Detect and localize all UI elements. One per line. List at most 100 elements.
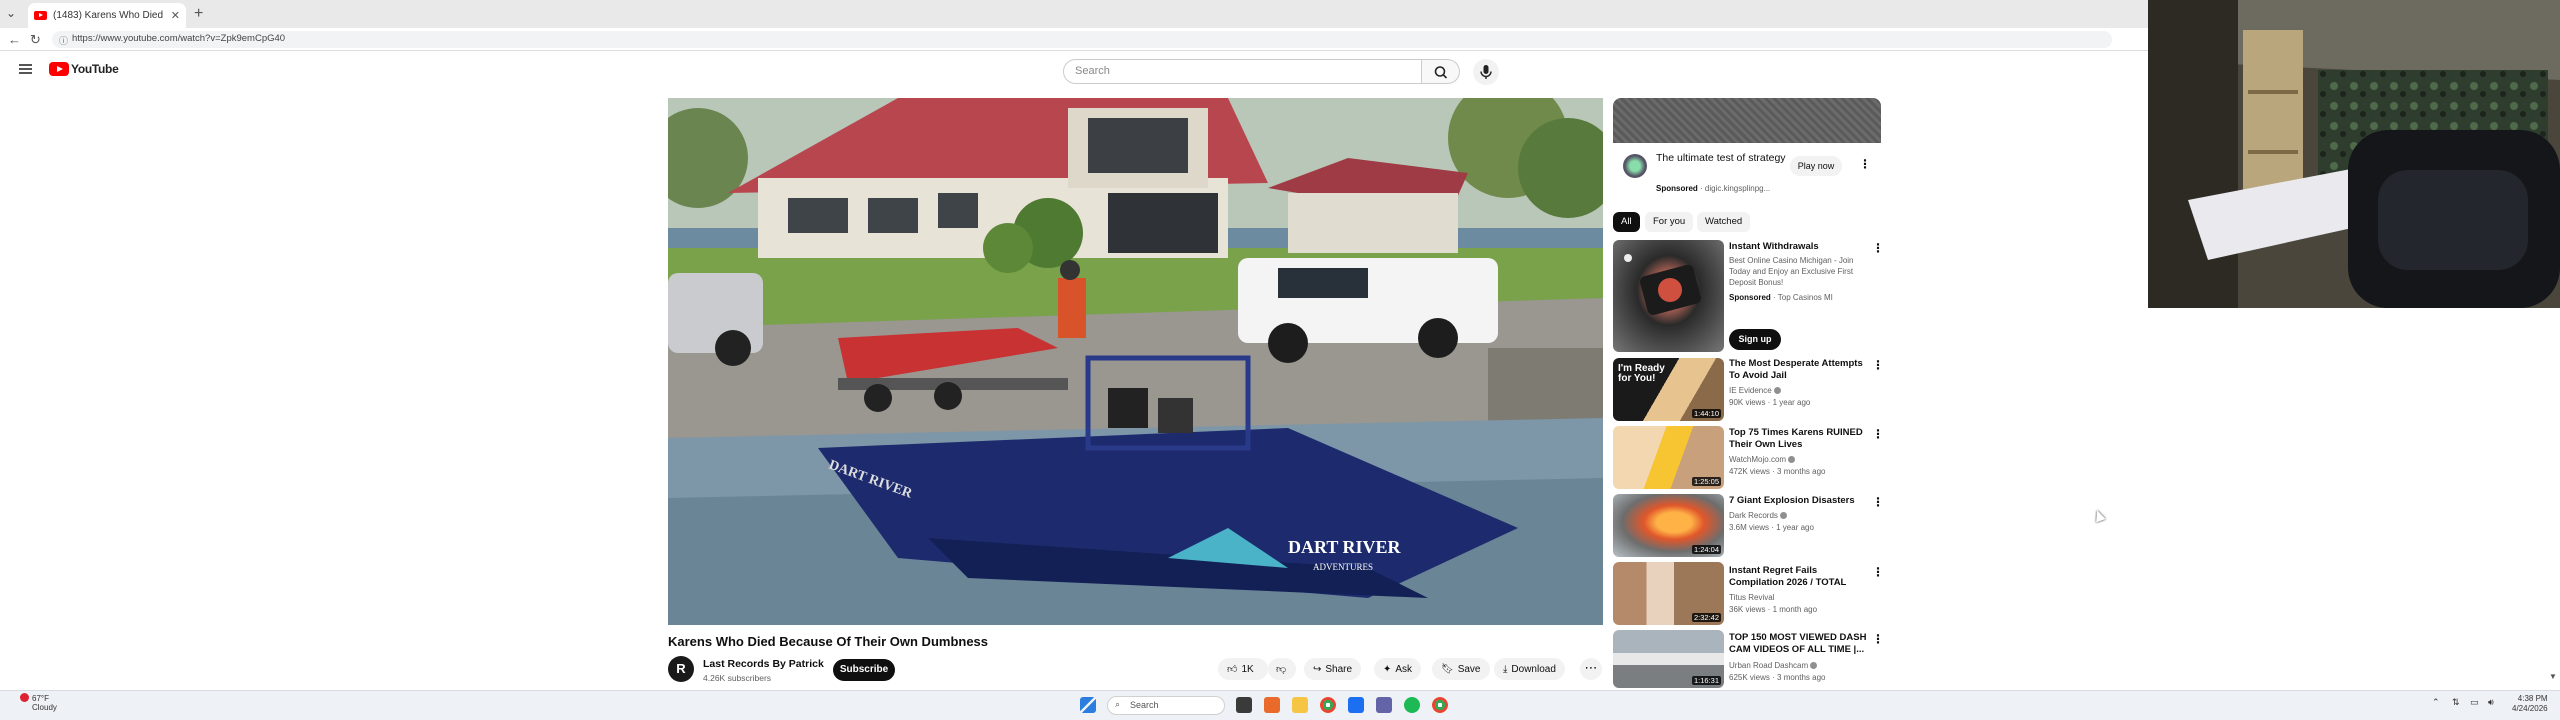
weather-temp: 67°F — [32, 694, 49, 703]
webcam-overlay — [2148, 0, 2560, 308]
video-menu-icon[interactable]: ⋮ — [1872, 495, 1884, 509]
browser-tab-active[interactable]: (1483) Karens Who Died Beca ✕ — [28, 3, 186, 28]
verified-icon — [1810, 662, 1818, 670]
tab-list-chevron-icon[interactable]: ⌄ — [6, 6, 16, 20]
duration-badge: 1:24:04 — [1691, 545, 1721, 554]
like-button[interactable]: 👍︎ 1K — [1218, 658, 1268, 680]
ad-sponsor-line: Sponsored · digic.kingsplinpg... — [1656, 184, 1771, 193]
search-icon — [1434, 66, 1448, 79]
task-view-icon[interactable] — [1236, 697, 1252, 713]
recommended-meta: 90K views · 1 year ago — [1729, 398, 1811, 407]
share-button[interactable]: ↪ Share — [1304, 658, 1362, 680]
chrome-profile-icon[interactable] — [1432, 697, 1448, 713]
video-menu-icon[interactable]: ⋮ — [1872, 565, 1884, 579]
chip-watched[interactable]: Watched — [1697, 212, 1751, 232]
more-actions-button[interactable]: ⋯ — [1580, 658, 1602, 680]
download-button[interactable]: ⤓ Download — [1494, 658, 1565, 680]
site-info-icon[interactable]: ⓘ — [59, 34, 68, 47]
save-label: Save — [1457, 663, 1481, 675]
video-menu-icon[interactable]: ⋮ — [1872, 632, 1884, 646]
recommended-title[interactable]: Top 75 Times Karens RUINED Their Own Liv… — [1729, 427, 1870, 451]
chrome-icon[interactable] — [1320, 697, 1336, 713]
weather-icon[interactable] — [20, 693, 29, 702]
sponsored-thumbnail[interactable] — [1613, 240, 1724, 352]
duration-badge: 1:25:05 — [1691, 477, 1721, 486]
new-tab-icon[interactable]: + — [194, 5, 203, 23]
search-input[interactable]: Search — [1063, 59, 1422, 84]
duration-badge: 2:32:42 — [1691, 613, 1721, 622]
channel-name: IE Evidence — [1729, 386, 1772, 395]
url-text: https://www.youtube.com/watch?v=Zpk9emCp… — [72, 33, 286, 44]
taskbar-search-icon: ⌕ — [1115, 699, 1121, 709]
recommended-title[interactable]: The Most Desperate Attempts To Avoid Jai… — [1729, 358, 1870, 382]
download-icon: ⤓ — [1503, 663, 1508, 675]
sponsored-menu-icon[interactable]: ⋮ — [1872, 241, 1884, 255]
search-button[interactable] — [1422, 59, 1460, 84]
teams-icon[interactable] — [1376, 697, 1392, 713]
weather-desc: Cloudy — [32, 703, 57, 712]
subscribe-button[interactable]: Subscribe — [833, 659, 895, 681]
menu-icon[interactable] — [19, 64, 32, 74]
recommended-channel[interactable]: Titus Revival — [1729, 592, 1775, 603]
reload-icon[interactable]: ↻ — [30, 32, 41, 48]
spotify-icon[interactable] — [1404, 697, 1420, 713]
ad-title[interactable]: The ultimate test of strategy — [1656, 152, 1786, 165]
address-toolbar: ← ↻ ⓘ https://www.youtube.com/watch?v=Zp… — [0, 28, 2148, 51]
recommended-title[interactable]: Instant Regret Fails Compilation 2026 / … — [1729, 565, 1870, 589]
recommended-channel[interactable]: IE Evidence — [1729, 385, 1781, 396]
ad-banner-image[interactable] — [1613, 98, 1881, 143]
weather-widget[interactable]: 67°F Cloudy — [32, 694, 57, 712]
voice-search-button[interactable] — [1473, 59, 1499, 85]
youtube-logo-text: YouTube — [71, 62, 119, 76]
back-arrow-icon[interactable]: ← — [8, 32, 21, 47]
display-icon[interactable]: ▭ — [2470, 697, 2479, 708]
recommended-channel[interactable]: Dark Records — [1729, 510, 1787, 521]
dislike-button[interactable]: 👎︎ — [1268, 658, 1296, 680]
start-icon[interactable] — [1080, 697, 1096, 713]
recommended-thumbnail[interactable]: 2:32:42 — [1613, 562, 1724, 625]
recommended-channel[interactable]: WatchMojo.com — [1729, 454, 1796, 465]
youtube-favicon-icon — [34, 11, 47, 20]
recommended-thumbnail[interactable]: 1:24:04 — [1613, 494, 1724, 557]
taskbar-search[interactable]: ⌕ Search — [1107, 696, 1225, 715]
file-explorer-icon[interactable] — [1292, 697, 1308, 713]
video-menu-icon[interactable]: ⋮ — [1872, 427, 1884, 441]
clock-date: 4/24/2026 — [2512, 704, 2548, 713]
tray-overflow-icon[interactable]: ⌃ — [2432, 697, 2440, 708]
video-title: Karens Who Died Because Of Their Own Dum… — [668, 634, 989, 649]
scrollbar-down-arrow-icon[interactable]: ▼ — [2549, 672, 2557, 681]
sponsored-title[interactable]: Instant Withdrawals — [1729, 241, 1870, 253]
webcam-frame — [2148, 0, 2560, 308]
channel-avatar[interactable]: R — [668, 656, 694, 682]
system-clock[interactable]: 4:38 PM 4/24/2026 — [2512, 694, 2548, 714]
recommended-title[interactable]: TOP 150 MOST VIEWED DASH CAM VIDEOS OF A… — [1729, 632, 1870, 656]
verified-icon — [1788, 456, 1796, 464]
chip-all[interactable]: All — [1613, 212, 1640, 232]
channel-name: WatchMojo.com — [1729, 455, 1787, 464]
address-bar[interactable]: ⓘ https://www.youtube.com/watch?v=Zpk9em… — [52, 31, 2112, 48]
play-now-button[interactable]: Play now — [1790, 156, 1842, 176]
store-icon[interactable] — [1348, 697, 1364, 713]
chip-for-you[interactable]: For you — [1645, 212, 1694, 232]
video-player[interactable]: DART RIVER ADVENTURES DART RIVER — [668, 98, 1603, 625]
clock-time: 4:38 PM — [2517, 694, 2548, 703]
recommended-thumbnail[interactable]: 1:25:05 — [1613, 426, 1724, 489]
recommended-thumbnail[interactable]: 1:16:31 — [1613, 630, 1724, 688]
recommended-meta: 472K views · 3 months ago — [1729, 467, 1826, 476]
volume-icon[interactable]: 🔊︎ — [2488, 697, 2494, 708]
recommended-channel[interactable]: Urban Road Dashcam — [1729, 660, 1818, 671]
sign-up-button[interactable]: Sign up — [1729, 329, 1781, 350]
channel-name[interactable]: Last Records By Patrick — [703, 658, 824, 670]
taskbar-search-label: Search — [1130, 700, 1159, 710]
edge-icon[interactable] — [1264, 697, 1280, 713]
video-menu-icon[interactable]: ⋮ — [1872, 358, 1884, 372]
ask-button[interactable]: ✦ Ask — [1374, 658, 1422, 680]
youtube-logo[interactable]: YouTube — [49, 62, 119, 76]
network-icon[interactable]: ⇅ — [2452, 697, 2460, 708]
save-button[interactable]: 🔖︎ Save — [1432, 658, 1490, 680]
ad-menu-icon[interactable]: ⋮ — [1859, 157, 1871, 171]
verified-icon — [1779, 512, 1787, 520]
recommended-thumbnail[interactable]: I'm Ready for You! 1:44:10 — [1613, 358, 1724, 421]
tab-close-icon[interactable]: ✕ — [171, 9, 180, 22]
recommended-title[interactable]: 7 Giant Explosion Disasters — [1729, 495, 1870, 507]
